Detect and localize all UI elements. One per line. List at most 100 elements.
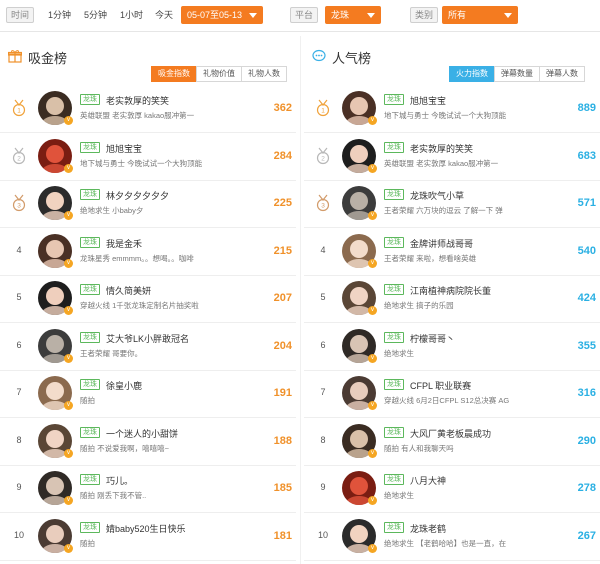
streamer-name[interactable]: 大风厂黄老板晨成功 [410,427,491,440]
stream-description: 英雄联盟 老实敦厚 kakao服冲第一 [80,111,195,120]
platform-tag: 龙珠 [80,426,100,438]
tab-gift-value[interactable]: 礼物价值 [196,66,242,82]
verified-badge-icon: v [368,116,377,125]
streamer-name[interactable]: 巧儿。 [106,474,133,487]
ranking-row[interactable]: 1 v 龙珠 老实敦厚的笑笑 英雄联盟 老实敦厚 kakao服冲第一 362 [0,86,296,133]
gold-ranking-panel: 吸金榜 吸金指数 礼物价值 礼物人数 1 v 龙珠 老实敦厚的笑笑 英雄联盟 老实敦厚 … [0,36,296,564]
rank-number: 8 [16,434,22,445]
stream-description: 绝地求生 【老鹤哈哈】也是一直，在 [384,538,507,548]
time-option-1hour[interactable]: 1小时 [120,7,143,23]
ranking-row[interactable]: 4 v 龙珠 金牌讲师战哥哥 王者荣耀 来啦，想看啥英雄 540 [304,229,600,276]
ranking-row[interactable]: 3 v 龙珠 龙珠吹气小草 王者荣耀 六万块的逗云 了解一下 弹 571 [304,181,600,228]
rank-number: 4 [16,244,22,255]
time-option-5min[interactable]: 5分钟 [84,7,107,23]
score-value: 188 [273,434,292,447]
ranking-row[interactable]: 9 v 龙珠 巧儿。 随拍 刚丢下我不管.. 185 [0,466,296,513]
svg-text:1: 1 [17,108,21,115]
svg-text:2: 2 [17,155,21,162]
ranking-row[interactable]: 7 v 龙珠 徐皇小鹿 随拍 191 [0,371,296,418]
streamer-name[interactable]: CFPL 职业联赛 [410,379,471,392]
streamer-name[interactable]: 情久简美妍 [106,284,151,297]
ranking-row[interactable]: 6 v 龙珠 艾大爷LK小胖敢冠名 王者荣耀 哥要你。 204 [0,324,296,371]
platform-tag: 龙珠 [384,331,404,343]
streamer-name[interactable]: 龙珠老鹤 [410,522,446,535]
score-value: 204 [273,339,292,352]
ranking-row[interactable]: 5 v 龙珠 情久简美妍 穿越火线 1千张龙珠定制名片抽奖啦 207 [0,276,296,323]
filter-divider [0,31,600,32]
score-value: 284 [273,149,292,162]
category-value: 所有 [448,10,467,20]
streamer-name[interactable]: 我是金禾 [106,237,142,250]
tab-fire-index[interactable]: 火力指数 [449,66,495,82]
ranking-row[interactable]: 2 v 龙珠 旭旭宝宝 地下城与勇士 今晚试试一个大狗顶能 284 [0,134,296,181]
svg-text:2: 2 [321,155,325,162]
score-value: 683 [577,149,596,162]
stream-description: 王者荣耀 六万块的逗云 了解一下 弹 [384,206,503,215]
rank-number: 4 [320,244,326,255]
ranking-row[interactable]: 10 v 龙珠 龙珠老鹤 绝地求生 【老鹤哈哈】也是一直，在 267 [304,514,600,561]
date-range-value: 05-07至05-13 [187,10,243,20]
time-option-today[interactable]: 今天 [155,7,173,23]
ranking-row[interactable]: 2 v 龙珠 老实敦厚的笑笑 英雄联盟 老实敦厚 kakao服冲第一 683 [304,134,600,181]
ranking-row[interactable]: 9 v 龙珠 八月大神 绝地求生 278 [304,466,600,513]
streamer-name[interactable]: 龙珠吹气小草 [410,189,464,202]
platform-tag: 龙珠 [80,141,100,153]
score-value: 207 [273,292,292,304]
category-select[interactable]: 所有 [442,6,518,24]
score-value: 267 [577,529,596,542]
ranking-row[interactable]: 10 v 龙珠 婧baby520生日快乐 随拍 181 [0,514,296,561]
chevron-down-icon [367,13,375,18]
platform-tag: 龙珠 [80,331,100,343]
rank-number: 10 [13,529,24,540]
platform-tag: 龙珠 [80,94,100,105]
platform-tag: 龙珠 [384,236,404,248]
tab-danmaku-users[interactable]: 弹幕人数 [539,66,585,82]
ranking-row[interactable]: 8 v 龙珠 大风厂黄老板晨成功 随拍 有人和我聊天吗 290 [304,419,600,466]
streamer-name[interactable]: 老实敦厚的笑笑 [106,94,169,107]
ranking-row[interactable]: 6 v 龙珠 柠檬哥哥丶 绝地求生 355 [304,324,600,371]
platform-select[interactable]: 龙珠 [325,6,381,24]
ranking-row[interactable]: 7 v 龙珠 CFPL 职业联赛 穿越火线 6月2日CFPL S12总决赛 AG 316 [304,371,600,418]
ranking-row[interactable]: 5 v 龙珠 江南植神病院院长董 绝地求生 搞子的乐园 424 [304,276,600,323]
chat-icon [312,49,326,62]
verified-badge-icon: v [368,543,377,553]
platform-tag: 龙珠 [384,189,404,200]
svg-text:3: 3 [17,203,21,210]
ranking-row[interactable]: 1 v 龙珠 旭旭宝宝 地下城与勇士 今晚试试一个大狗顶能 889 [304,86,600,133]
panel-title: 人气榜 [332,51,372,66]
rank-number: 8 [320,434,326,445]
tab-gift-count[interactable]: 礼物人数 [241,66,287,82]
stream-description: 随拍 不说爱我啊，嘻嘻嘻~ [80,443,169,453]
platform-label: 平台 [290,7,318,23]
platform-tag: 龙珠 [384,141,404,153]
streamer-name[interactable]: 旭旭宝宝 [410,94,446,107]
platform-tag: 龙珠 [80,284,100,295]
streamer-name[interactable]: 老实敦厚的笑笑 [410,142,473,155]
ranking-row[interactable]: 3 v 龙珠 林夕夕夕夕夕夕 绝地求生 小baby夕 225 [0,181,296,228]
verified-badge-icon: v [64,116,73,125]
streamer-name[interactable]: 一个迷人的小甜饼 [106,427,178,440]
streamer-name[interactable]: 林夕夕夕夕夕夕 [106,189,169,202]
streamer-name[interactable]: 八月大神 [410,474,446,487]
rank-number: 6 [16,339,22,350]
tab-gold-index[interactable]: 吸金指数 [151,66,197,82]
platform-tag: 龙珠 [384,521,404,533]
streamer-name[interactable]: 旭旭宝宝 [106,142,142,155]
ranking-row[interactable]: 8 v 龙珠 一个迷人的小甜饼 随拍 不说爱我啊，嘻嘻嘻~ 188 [0,419,296,466]
verified-badge-icon: v [368,496,377,505]
platform-tag: 龙珠 [80,379,100,390]
score-value: 191 [273,387,292,399]
date-range-select[interactable]: 05-07至05-13 [181,6,263,24]
streamer-name[interactable]: 柠檬哥哥丶 [410,332,455,345]
score-value: 185 [273,482,292,494]
tab-danmaku-count[interactable]: 弹幕数量 [494,66,540,82]
streamer-name[interactable]: 徐皇小鹿 [106,379,142,392]
time-option-1min[interactable]: 1分钟 [48,7,71,23]
streamer-name[interactable]: 艾大爷LK小胖敢冠名 [106,332,189,345]
ranking-row[interactable]: 4 v 龙珠 我是金禾 龙珠星秀 emmmm。。想喝。。咖啡 215 [0,229,296,276]
streamer-name[interactable]: 江南植神病院院长董 [410,284,491,297]
streamer-name[interactable]: 婧baby520生日快乐 [106,522,186,535]
verified-badge-icon: v [64,163,73,173]
stream-description: 穿越火线 1千张龙珠定制名片抽奖啦 [80,301,199,310]
streamer-name[interactable]: 金牌讲师战哥哥 [410,237,473,250]
